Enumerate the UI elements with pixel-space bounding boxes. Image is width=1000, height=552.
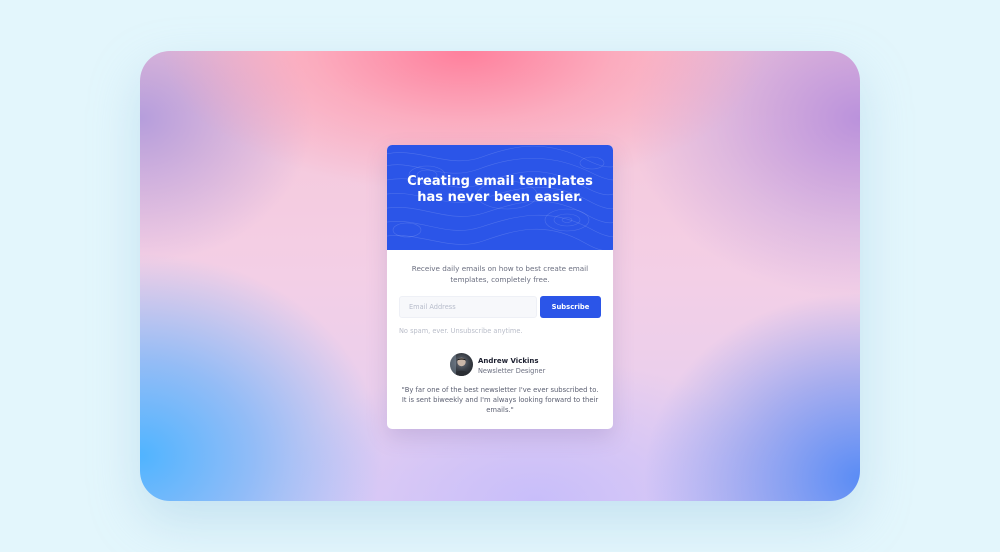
subscribe-form: Subscribe [399, 296, 601, 318]
avatar [450, 353, 473, 376]
card-title: Creating email templates has never been … [407, 174, 593, 205]
newsletter-card: Creating email templates has never been … [387, 145, 613, 429]
no-spam-note: No spam, ever. Unsubscribe anytime. [399, 327, 523, 335]
card-description: Receive daily emails on how to best crea… [411, 264, 589, 284]
author-role: Newsletter Designer [478, 367, 546, 375]
email-input[interactable] [399, 296, 537, 318]
author-name: Andrew Vickins [478, 357, 539, 365]
card-header: Creating email templates has never been … [387, 145, 613, 250]
subscribe-button[interactable]: Subscribe [540, 296, 601, 318]
testimonial-quote: "By far one of the best newsletter I've … [401, 386, 599, 414]
person-avatar-icon [450, 353, 470, 376]
